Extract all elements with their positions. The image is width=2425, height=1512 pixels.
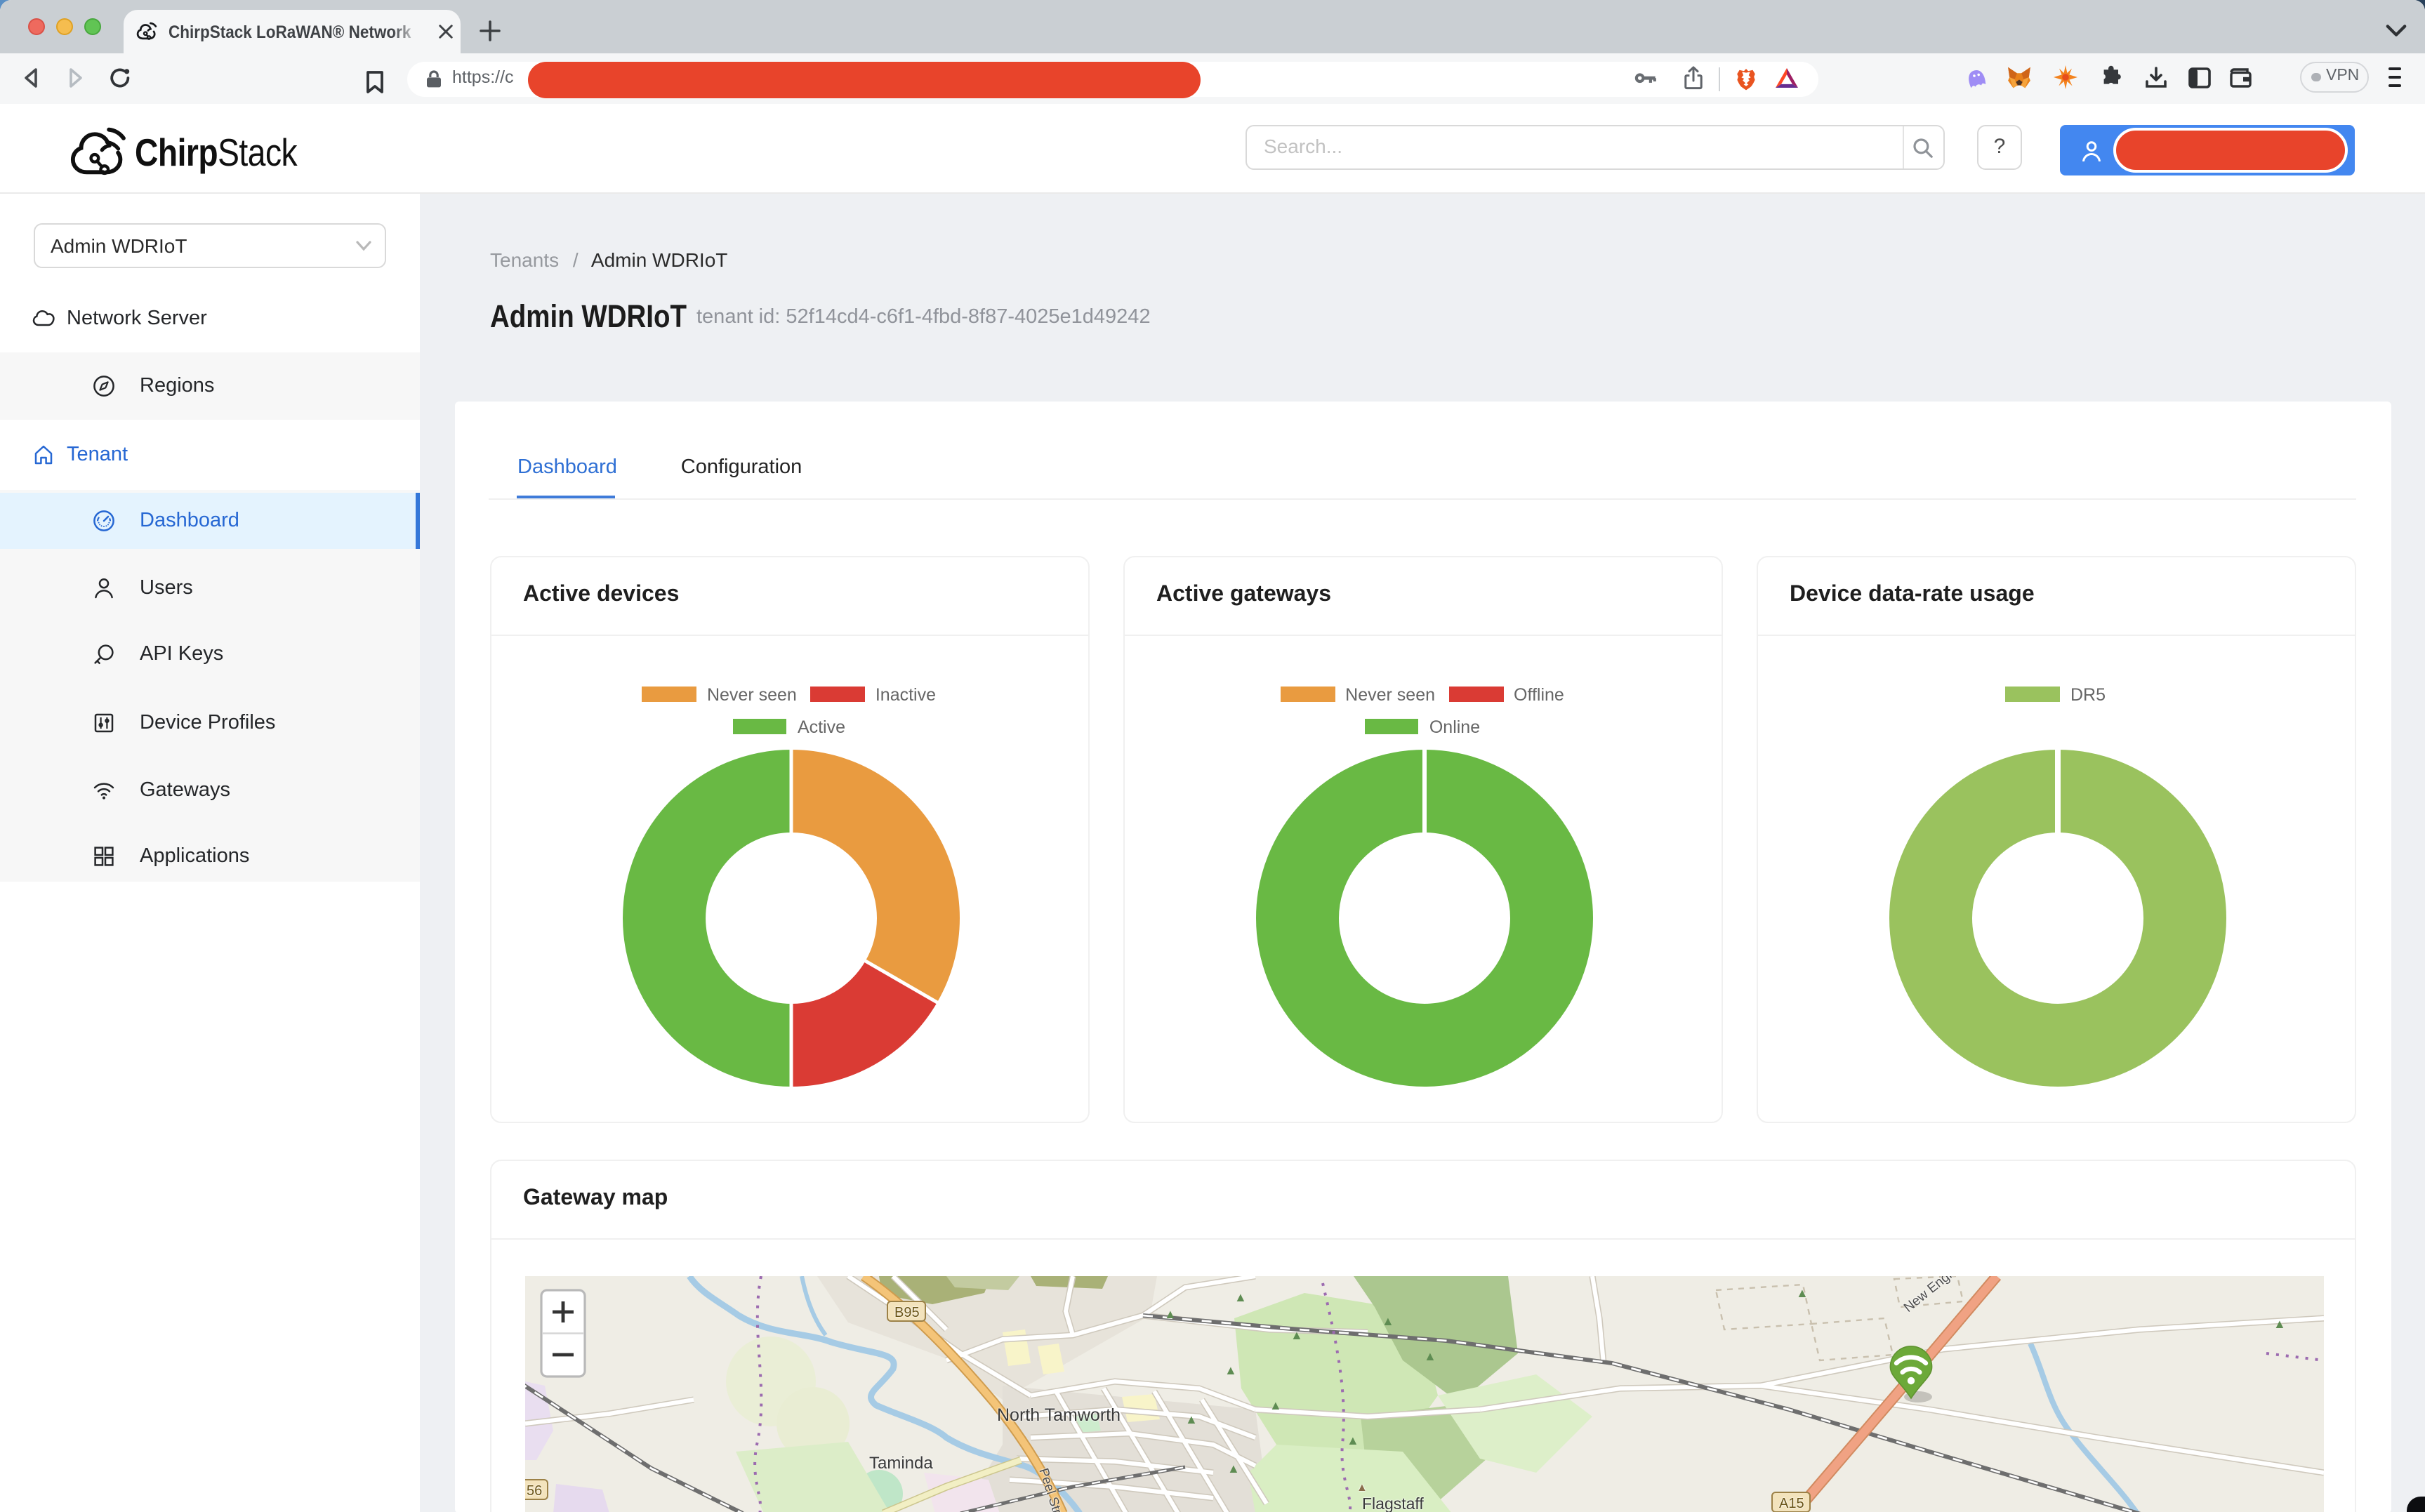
svg-text:▲: ▲ (1234, 1290, 1247, 1304)
svg-text:▲: ▲ (2273, 1317, 2286, 1331)
svg-text:▲: ▲ (1356, 1482, 1368, 1494)
svg-text:▲: ▲ (1347, 1433, 1359, 1447)
svg-text:A15: A15 (1779, 1496, 1804, 1511)
svg-text:▲: ▲ (1164, 1307, 1177, 1321)
svg-text:North Tamworth: North Tamworth (997, 1405, 1121, 1425)
svg-text:B95: B95 (894, 1305, 920, 1320)
svg-text:Flagstaff: Flagstaff (1362, 1494, 1424, 1512)
svg-text:▲: ▲ (1269, 1398, 1282, 1412)
svg-text:▲: ▲ (1290, 1328, 1303, 1342)
svg-text:▲: ▲ (1224, 1363, 1237, 1377)
svg-text:▲: ▲ (1382, 1314, 1394, 1328)
svg-text:56: 56 (527, 1483, 542, 1499)
svg-text:▲: ▲ (1185, 1412, 1198, 1426)
svg-text:Taminda: Taminda (869, 1454, 933, 1473)
svg-text:▲: ▲ (1424, 1349, 1436, 1363)
svg-text:▲: ▲ (1227, 1461, 1240, 1475)
svg-text:▲: ▲ (1796, 1286, 1809, 1300)
